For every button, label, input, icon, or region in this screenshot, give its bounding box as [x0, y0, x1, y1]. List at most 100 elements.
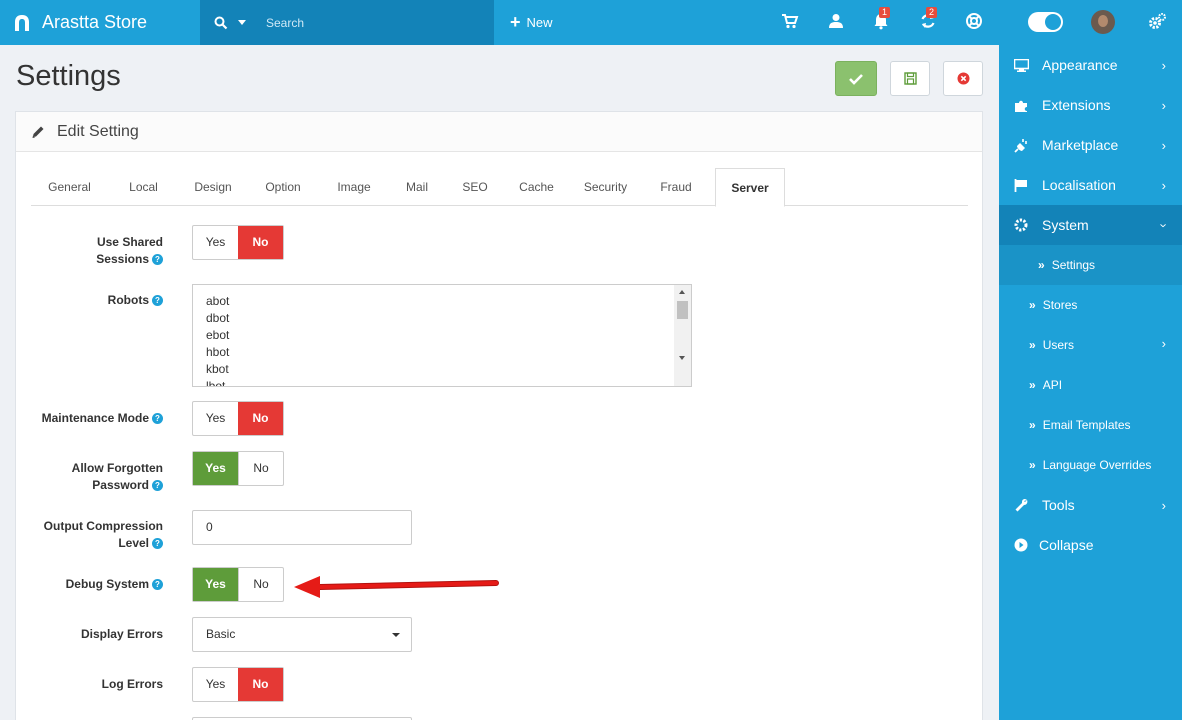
help-icon[interactable]: ?	[152, 413, 163, 424]
forgotten-password-toggle: Yes No	[192, 451, 284, 486]
scroll-thumb[interactable]	[677, 301, 688, 319]
avatar-face	[1098, 15, 1108, 27]
robots-line: lbot	[206, 379, 226, 387]
yes-option[interactable]: Yes	[193, 226, 238, 259]
sidebar-item-marketplace[interactable]: Marketplace ›	[999, 125, 1182, 165]
sidebar-item-label: Localisation	[1042, 177, 1116, 193]
wrench-icon	[1013, 497, 1029, 513]
yes-option[interactable]: Yes	[193, 668, 238, 701]
sidebar-collapse[interactable]: Collapse	[999, 525, 1182, 565]
sidebar-item-tools[interactable]: Tools ›	[999, 485, 1182, 525]
scroll-up-icon[interactable]	[679, 290, 685, 294]
search-input[interactable]	[266, 15, 466, 30]
updates-badge: 2	[925, 7, 937, 18]
tab-seo[interactable]: SEO	[445, 168, 505, 206]
sidebar-subitem-api[interactable]: » API	[999, 365, 1182, 405]
no-option[interactable]: No	[238, 226, 283, 259]
tab-server[interactable]: Server	[715, 168, 785, 207]
yes-option[interactable]: Yes	[193, 568, 238, 601]
pencil-icon	[32, 126, 44, 138]
chevron-down-icon: ›	[1156, 223, 1172, 228]
chevron-down-icon	[392, 633, 400, 637]
new-button[interactable]: + New	[510, 0, 553, 45]
brand[interactable]: Arastta Store	[0, 0, 200, 45]
no-option[interactable]: No	[238, 402, 283, 435]
sidebar-item-label: System	[1042, 217, 1089, 233]
help-icon[interactable]: ?	[152, 579, 163, 590]
robots-lines: abot dbot ebot hbot kbot lbot	[206, 293, 230, 387]
chevron-right-icon: ›	[1161, 98, 1166, 113]
bell-icon[interactable]: 1	[872, 7, 892, 32]
notifications-badge: 1	[878, 7, 890, 18]
sidebar-item-system[interactable]: System ›	[999, 205, 1182, 245]
refresh-icon[interactable]: 2	[919, 7, 939, 32]
sidebar-item-label: Extensions	[1042, 97, 1111, 113]
sidebar-item-appearance[interactable]: Appearance ›	[999, 45, 1182, 85]
sidebar-item-localisation[interactable]: Localisation ›	[999, 165, 1182, 205]
cart-icon[interactable]	[781, 12, 801, 32]
robots-textarea[interactable]: abot dbot ebot hbot kbot lbot	[192, 284, 692, 387]
display-errors-value: Basic	[206, 627, 236, 641]
chevron-right-icon: ›	[1161, 498, 1166, 513]
help-icon[interactable]: ?	[152, 538, 163, 549]
chevron-right-icon: ›	[1161, 58, 1166, 73]
chevron-down-icon[interactable]	[238, 20, 246, 25]
sidebar-subitem-email-templates[interactable]: » Email Templates	[999, 405, 1182, 445]
tab-security[interactable]: Security	[568, 168, 643, 206]
tab-image[interactable]: Image	[319, 168, 389, 206]
brand-name: Arastta Store	[42, 12, 148, 32]
save-button[interactable]	[835, 61, 877, 96]
scroll-down-icon[interactable]	[679, 356, 685, 360]
collapse-label: Collapse	[1039, 537, 1094, 553]
sidebar-subitem-stores[interactable]: » Stores	[999, 285, 1182, 325]
support-icon[interactable]	[965, 12, 985, 32]
tab-option[interactable]: Option	[247, 168, 319, 206]
tab-design[interactable]: Design	[179, 168, 247, 206]
scrollbar[interactable]	[674, 285, 691, 386]
right-sidebar: Appearance › Extensions › Marketplace › …	[999, 45, 1182, 720]
user-icon[interactable]	[827, 12, 847, 32]
tab-general[interactable]: General	[31, 168, 108, 206]
save-stay-button[interactable]	[890, 61, 930, 96]
yes-option[interactable]: Yes	[193, 402, 238, 435]
theme-toggle[interactable]	[1028, 12, 1063, 32]
sidebar-subitem-label: Settings	[1051, 258, 1096, 272]
sidebar-item-label: Tools	[1042, 497, 1075, 513]
toggle-knob	[1045, 14, 1061, 30]
annotation-arrow	[294, 576, 499, 598]
tab-fraud[interactable]: Fraud	[643, 168, 709, 206]
avatar[interactable]	[1091, 10, 1115, 34]
robots-line: hbot	[206, 345, 230, 359]
shared-sessions-toggle: Yes No	[192, 225, 284, 260]
search-bar	[200, 0, 494, 45]
compression-input[interactable]: 0	[192, 510, 412, 545]
no-option[interactable]: No	[237, 568, 283, 601]
gears-icon[interactable]	[1147, 12, 1167, 32]
help-icon[interactable]: ?	[152, 480, 163, 491]
sidebar-subitem-language-overrides[interactable]: » Language Overrides	[999, 445, 1182, 485]
help-icon[interactable]: ?	[152, 254, 163, 265]
tab-mail[interactable]: Mail	[389, 168, 445, 206]
sidebar-subitem-settings[interactable]: » Settings	[999, 245, 1182, 285]
monitor-icon	[1013, 57, 1029, 73]
log-errors-label: Log Errors	[101, 677, 163, 691]
cancel-button[interactable]	[943, 61, 983, 96]
page-title: Settings	[16, 60, 121, 92]
search-icon[interactable]	[214, 16, 228, 30]
no-option[interactable]: No	[237, 452, 283, 485]
yes-option[interactable]: Yes	[193, 452, 238, 485]
plus-icon: +	[510, 12, 521, 32]
tab-cache[interactable]: Cache	[505, 168, 568, 206]
help-icon[interactable]: ?	[152, 295, 163, 306]
tab-local[interactable]: Local	[108, 168, 179, 206]
compression-label: Output Compression Level?	[43, 519, 163, 550]
no-option[interactable]: No	[238, 668, 283, 701]
sidebar-subitem-label: Language Overrides	[1042, 458, 1152, 472]
plug-icon	[1013, 137, 1029, 153]
sidebar-subitem-users[interactable]: » Users ›	[999, 325, 1182, 365]
display-errors-select[interactable]: Basic	[192, 617, 412, 652]
sidebar-subitem-label: Stores	[1042, 298, 1078, 312]
sidebar-item-extensions[interactable]: Extensions ›	[999, 85, 1182, 125]
debug-system-toggle: Yes No	[192, 567, 284, 602]
chevron-right-icon: ›	[1161, 178, 1166, 193]
